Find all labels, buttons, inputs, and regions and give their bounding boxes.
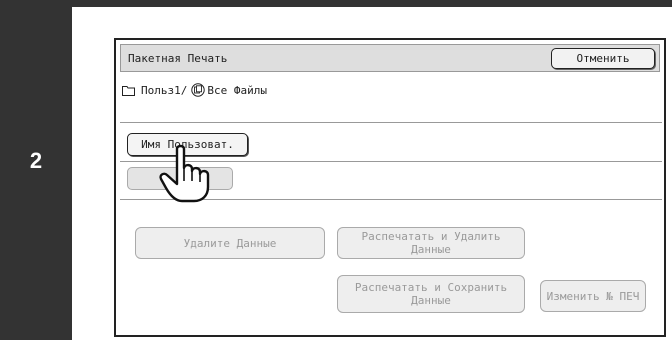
page-title: Пакетная Печать — [128, 52, 228, 65]
divider — [120, 122, 662, 123]
print-and-save-button[interactable]: Распечатать и Сохранить Данные — [337, 275, 525, 313]
step-number: 2 — [29, 148, 43, 173]
print-and-save-label-1: Распечатать и Сохранить — [354, 281, 508, 294]
delete-data-button[interactable]: Удалите Данные — [135, 227, 325, 259]
folder-icon — [122, 85, 135, 96]
breadcrumb-user-folder[interactable]: Польз1/ — [141, 84, 187, 97]
header-bar: Пакетная Печать Отменить — [120, 44, 660, 72]
files-icon — [191, 83, 206, 97]
print-and-delete-button[interactable]: Распечатать и Удалить Данные — [337, 227, 525, 259]
print-and-delete-label-1: Распечатать и Удалить — [361, 230, 501, 243]
breadcrumb: Польз1/ Все Файлы — [122, 83, 267, 97]
print-and-save-label-2: Данные — [411, 294, 451, 307]
pointing-hand-icon — [159, 144, 210, 203]
delete-data-label: Удалите Данные — [183, 236, 277, 250]
breadcrumb-all-files: Все Файлы — [207, 83, 267, 97]
change-copies-label: Изменить № ПЕЧ — [546, 289, 640, 303]
top-bar — [0, 0, 672, 7]
print-and-delete-label-2: Данные — [411, 243, 451, 256]
cancel-button[interactable]: Отменить — [551, 48, 655, 69]
change-copies-button[interactable]: Изменить № ПЕЧ — [540, 280, 646, 312]
